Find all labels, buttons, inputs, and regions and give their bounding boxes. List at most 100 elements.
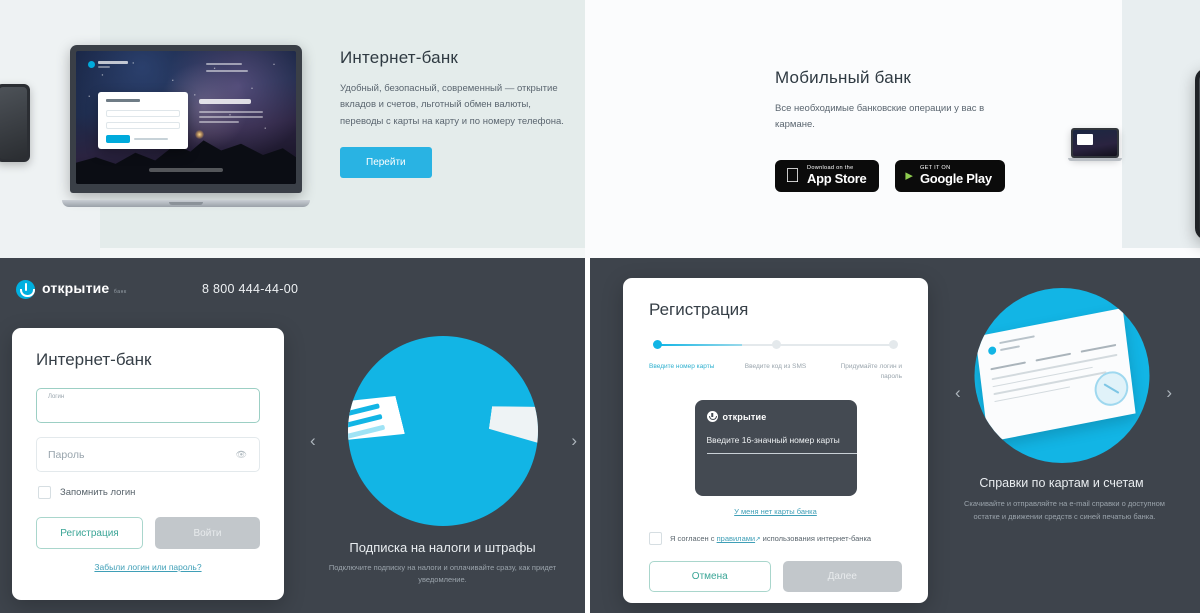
stepper-label-1: Введите номер карты	[649, 363, 715, 370]
registration-actions: Отмена Далее	[649, 561, 902, 593]
card-brand-name: открытие	[722, 411, 767, 422]
laptop-base	[62, 200, 310, 207]
terms-link[interactable]: правилами	[717, 534, 755, 543]
stepper-labels: Введите номер карты Введите код из SMS П…	[649, 362, 902, 382]
brand-mark-icon	[88, 61, 95, 68]
eye-icon[interactable]: 👁	[236, 449, 247, 460]
laptop-mockup-small	[1068, 128, 1122, 164]
password-input-wrap[interactable]: Пароль 👁	[36, 437, 260, 472]
panel-accent-square	[1122, 0, 1200, 248]
remember-login-checkbox[interactable]	[38, 486, 51, 499]
phone-mockups: 120 000₽	[1195, 58, 1200, 248]
otkritie-mark-icon	[16, 280, 35, 299]
stepper-label-3: Придумайте логин и пароль	[840, 363, 902, 381]
support-phone-number[interactable]: 8 800 444-44-00	[202, 282, 298, 296]
laptop-brand-logo	[88, 61, 128, 68]
document-brand-mark-icon	[987, 345, 997, 356]
remember-login-row[interactable]: Запомнить логин	[38, 486, 260, 499]
carousel-left-prev-button[interactable]: ‹	[310, 431, 316, 451]
password-input-placeholder: Пароль	[48, 448, 85, 461]
login-input-label: Логин	[48, 394, 65, 400]
stepper-progress	[658, 344, 742, 346]
promo-mobile-bank-panel: 120 000₽	[585, 0, 1200, 258]
card-brand: открытие	[706, 411, 845, 423]
laptop-bottom-bar	[148, 168, 224, 173]
app-store-badges:  Download on the App Store ▸ GET IT ON …	[775, 159, 1025, 192]
campfire-glow	[194, 129, 204, 139]
registration-card: Регистрация Введите номер карты Введите …	[623, 278, 928, 603]
terms-suffix: использования интернет-банка	[760, 534, 872, 544]
laptop-hero-heading	[199, 98, 264, 126]
bank-stamp-icon	[1092, 368, 1130, 409]
carousel-left-title: Подписка на налоги и штрафы	[349, 540, 536, 555]
login-actions: Регистрация Войти	[36, 517, 260, 549]
next-button[interactable]: Далее	[782, 561, 902, 593]
app-row: открытие банк 8 800 444-44-00 Интернет-б…	[0, 258, 1200, 613]
apple-icon: 	[785, 166, 800, 186]
google-play-icon: ▸	[904, 166, 913, 184]
stepper-dot-1[interactable]	[653, 340, 662, 349]
otkritie-mark-icon	[706, 411, 718, 423]
remember-login-label: Запомнить логин	[60, 487, 136, 498]
carousel-right-body: Скачивайте и отправляйте на e-mail справ…	[964, 499, 1165, 521]
bank-logo[interactable]: открытие банк	[16, 280, 127, 299]
terms-prefix: Я согласен с	[670, 534, 717, 544]
stepper-dot-2[interactable]	[771, 340, 781, 349]
carousel-left: ‹ › Подписка на налоги и штрафы Подключи…	[300, 258, 585, 613]
stepper-label-2: Введите код из SMS	[744, 363, 807, 370]
carousel-right: ‹ › Справки по картам и счетам Скачивайт…	[923, 258, 1200, 613]
promo-row: Интернет-банк Удобный, безопасный, совре…	[0, 0, 1200, 258]
phone-screen	[0, 87, 27, 159]
carousel-left-body: Подключите подписку на налоги и оплачива…	[328, 563, 557, 585]
login-panel: открытие банк 8 800 444-44-00 Интернет-б…	[0, 258, 585, 613]
laptop-login-button	[106, 135, 130, 144]
login-card-title: Интернет-банк	[36, 350, 152, 369]
promo-internet-bank-body: Удобный, безопасный, современный — откры…	[340, 83, 564, 127]
card-number-input[interactable]	[706, 453, 857, 455]
laptop-lid	[70, 45, 302, 193]
promo-mobile-bank-body: Все необходимые банковские операции у ва…	[775, 103, 985, 131]
brand-subtitle: банк	[113, 289, 127, 295]
promo-internet-bank-title: Интернет-банк	[340, 48, 459, 67]
cancel-button[interactable]: Отмена	[649, 561, 771, 593]
google-play-big-label: Google Play	[918, 170, 992, 186]
google-play-badge[interactable]: ▸ GET IT ON Google Play	[895, 159, 1005, 192]
registration-stepper	[653, 340, 898, 354]
register-button[interactable]: Регистрация	[36, 517, 143, 549]
registration-panel: Регистрация Введите номер карты Введите …	[585, 258, 1200, 613]
terms-agreement-row: Я согласен с правилами↗ использования ин…	[649, 532, 902, 546]
laptop-screen	[76, 51, 296, 184]
go-to-internet-bank-button[interactable]: Перейти	[340, 146, 432, 178]
promo-internet-bank-panel: Интернет-банк Удобный, безопасный, совре…	[0, 0, 585, 258]
brand-name: открытие	[42, 280, 110, 296]
carousel-right-prev-button[interactable]: ‹	[955, 383, 961, 403]
envelope-right-icon	[487, 397, 538, 449]
envelope-left-icon	[348, 385, 405, 452]
stepper-dot-3[interactable]	[889, 340, 898, 349]
screenshot-root: Интернет-банк Удобный, безопасный, совре…	[0, 0, 1200, 613]
certificate-document-icon	[974, 307, 1136, 443]
terms-agreement-checkbox[interactable]	[649, 532, 662, 546]
no-bank-card-link[interactable]: У меня нет карты банка	[649, 507, 902, 516]
promo-mobile-bank-title: Мобильный банк	[775, 68, 912, 87]
sign-in-button[interactable]: Войти	[155, 517, 260, 549]
login-input-wrap[interactable]: Логин	[36, 388, 260, 423]
forgot-credentials-link[interactable]: Забыли логин или пароль?	[36, 562, 260, 572]
card-number-mockup: открытие Введите 16-значный номер карты	[694, 400, 857, 497]
laptop-mockup	[62, 45, 310, 207]
promo-mobile-bank-text: Мобильный банк Все необходимые банковски…	[775, 68, 1025, 192]
card-number-hint: Введите 16-значный номер карты	[706, 435, 840, 446]
promo-internet-bank-text: Интернет-банк Удобный, безопасный, совре…	[340, 48, 570, 178]
terms-agreement-text: Я согласен с правилами↗ использования ин…	[670, 534, 871, 543]
app-store-badge[interactable]:  Download on the App Store	[775, 159, 880, 192]
carousel-right-next-button[interactable]: ›	[1166, 383, 1172, 403]
carousel-right-illustration	[974, 288, 1149, 463]
laptop-login-card	[98, 92, 189, 150]
laptop-notch	[169, 202, 203, 205]
app-store-big-label: App Store	[792, 170, 867, 186]
phone-mockup-back	[1195, 68, 1200, 240]
carousel-left-next-button[interactable]: ›	[571, 431, 577, 451]
login-card: Интернет-банк Логин Пароль 👁 Запомнить л…	[12, 328, 284, 600]
carousel-left-illustration	[347, 336, 538, 526]
carousel-right-title: Справки по картам и счетам	[979, 476, 1144, 490]
